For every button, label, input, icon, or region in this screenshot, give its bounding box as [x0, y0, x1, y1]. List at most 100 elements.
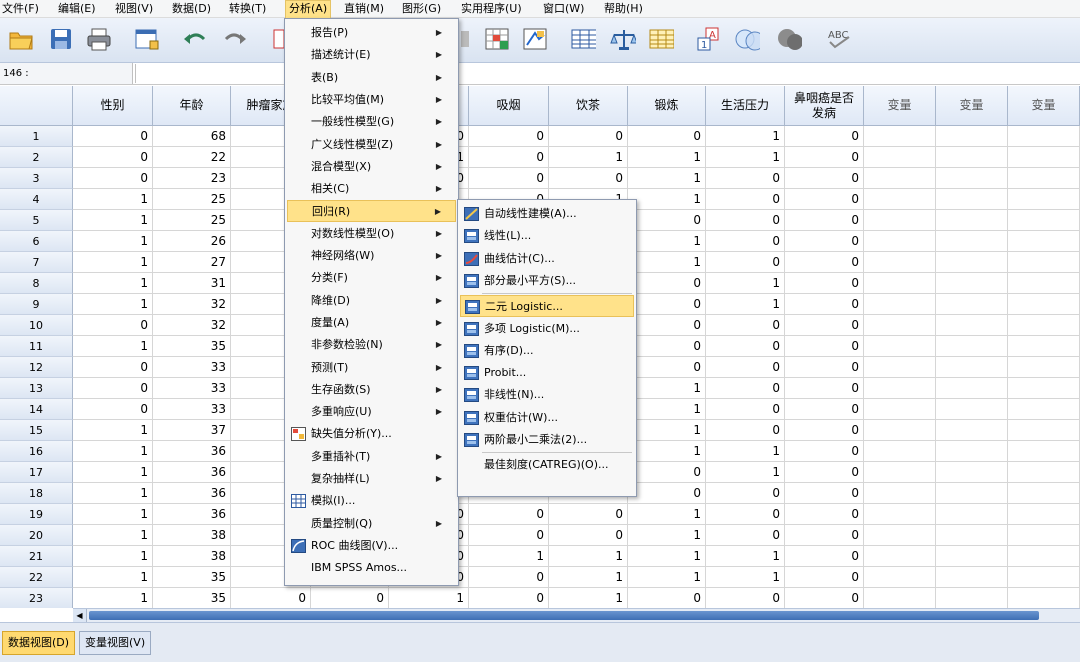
table-cell[interactable]: 0 — [785, 399, 864, 420]
menu-9[interactable]: 窗口(W) — [543, 0, 584, 18]
table-cell[interactable]: 0 — [469, 168, 549, 189]
spell-check-icon[interactable]: ABC — [826, 26, 852, 52]
row-header[interactable]: 20 — [0, 525, 73, 546]
table-cell[interactable] — [1008, 315, 1080, 336]
table-cell[interactable]: 0 — [73, 126, 153, 147]
menu-item-8-menu-item[interactable]: 回归(R) ▶ — [287, 200, 456, 223]
table-cell[interactable] — [936, 483, 1008, 504]
table-cell[interactable] — [864, 273, 936, 294]
row-header[interactable]: 19 — [0, 504, 73, 525]
table-cell[interactable]: 0 — [706, 189, 785, 210]
table-cell[interactable]: 1 — [469, 546, 549, 567]
table-cell[interactable]: 1 — [73, 420, 153, 441]
table-cell[interactable] — [864, 504, 936, 525]
table-cell[interactable] — [1008, 273, 1080, 294]
row-header[interactable]: 23 — [0, 588, 73, 608]
linear-menu-item[interactable]: 线性(L)... — [460, 225, 634, 247]
table-cell[interactable]: 0 — [706, 210, 785, 231]
multinomial-logistic-menu-item[interactable]: 多项 Logistic(M)... — [460, 318, 634, 340]
menu-item-1-menu-item[interactable]: 描述统计(E) ▶ — [287, 44, 456, 66]
row-header[interactable]: 15 — [0, 420, 73, 441]
row-header[interactable]: 3 — [0, 168, 73, 189]
table-cell[interactable]: 0 — [73, 315, 153, 336]
table-cell[interactable]: 1 — [73, 525, 153, 546]
menu-6[interactable]: 直销(M) — [344, 0, 384, 18]
table-cell[interactable] — [936, 336, 1008, 357]
row-header[interactable]: 1 — [0, 126, 73, 147]
table-cell[interactable]: 0 — [549, 168, 628, 189]
table-cell[interactable]: 0 — [73, 378, 153, 399]
table-cell[interactable] — [936, 525, 1008, 546]
table-cell[interactable]: 0 — [469, 147, 549, 168]
table-cell[interactable]: 0 — [706, 252, 785, 273]
table-cell[interactable] — [936, 588, 1008, 608]
table-cell[interactable]: 0 — [469, 567, 549, 588]
row-header[interactable]: 14 — [0, 399, 73, 420]
table-cell[interactable]: 33 — [153, 357, 231, 378]
table-cell[interactable] — [936, 189, 1008, 210]
menu-item-22-menu-item[interactable]: 质量控制(Q) ▶ — [287, 513, 456, 535]
table-cell[interactable] — [936, 273, 1008, 294]
row-header[interactable]: 9 — [0, 294, 73, 315]
table-cell[interactable]: 37 — [153, 420, 231, 441]
menu-item-6-menu-item[interactable]: 混合模型(X) ▶ — [287, 156, 456, 178]
menu-8[interactable]: 实用程序(U) — [461, 0, 522, 18]
table-cell[interactable]: 0 — [73, 399, 153, 420]
table-cell[interactable]: 1 — [706, 273, 785, 294]
menu-item-20-menu-item[interactable]: 复杂抽样(L) ▶ — [287, 468, 456, 490]
table-cell[interactable] — [864, 294, 936, 315]
table-cell[interactable]: 0 — [231, 588, 311, 608]
table-cell[interactable]: 32 — [153, 294, 231, 315]
table-cell[interactable]: 0 — [785, 420, 864, 441]
menu-item-16-menu-item[interactable]: 生存函数(S) ▶ — [287, 379, 456, 401]
table-cell[interactable]: 0 — [785, 315, 864, 336]
row-header[interactable]: 4 — [0, 189, 73, 210]
column-header[interactable]: 鼻咽癌是否发病 — [785, 86, 864, 126]
undo-icon[interactable] — [182, 26, 208, 52]
column-header[interactable]: 变量 — [936, 86, 1008, 126]
table-cell[interactable]: 0 — [628, 357, 706, 378]
table-cell[interactable] — [1008, 399, 1080, 420]
use-sets-icon[interactable] — [734, 26, 760, 52]
table-cell[interactable]: 0 — [785, 504, 864, 525]
table-cell[interactable] — [936, 252, 1008, 273]
table-cell[interactable] — [864, 462, 936, 483]
table-cell[interactable]: 1 — [628, 546, 706, 567]
curve-estimation-menu-item[interactable]: 曲线估计(C)... — [460, 248, 634, 270]
table-cell[interactable]: 1 — [628, 567, 706, 588]
table-cell[interactable]: 1 — [628, 525, 706, 546]
table-cell[interactable] — [1008, 378, 1080, 399]
table-cell[interactable]: 0 — [706, 504, 785, 525]
menu-7[interactable]: 图形(G) — [402, 0, 441, 18]
scroll-thumb[interactable] — [89, 611, 1039, 620]
menu-item-19-menu-item[interactable]: 多重插补(T) ▶ — [287, 446, 456, 468]
table-cell[interactable]: 25 — [153, 210, 231, 231]
table-cell[interactable]: 0 — [706, 315, 785, 336]
table-cell[interactable] — [1008, 420, 1080, 441]
table-cell[interactable]: 0 — [785, 357, 864, 378]
menu-item-13-menu-item[interactable]: 度量(A) ▶ — [287, 312, 456, 334]
table-cell[interactable] — [864, 126, 936, 147]
tab-data-view[interactable]: 数据视图(D) — [2, 631, 76, 655]
table-cell[interactable] — [936, 504, 1008, 525]
table-cell[interactable] — [864, 420, 936, 441]
menu-5[interactable]: 分析(A) — [285, 0, 332, 18]
table-cell[interactable]: 0 — [73, 168, 153, 189]
table-cell[interactable] — [1008, 126, 1080, 147]
table-cell[interactable]: 1 — [628, 231, 706, 252]
table-cell[interactable] — [864, 168, 936, 189]
table-cell[interactable]: 1 — [706, 147, 785, 168]
table-cell[interactable] — [936, 399, 1008, 420]
table-cell[interactable]: 35 — [153, 567, 231, 588]
print-icon[interactable] — [86, 26, 112, 52]
table-cell[interactable] — [936, 231, 1008, 252]
table-cell[interactable] — [1008, 294, 1080, 315]
table-cell[interactable] — [864, 336, 936, 357]
menu-2[interactable]: 视图(V) — [115, 0, 153, 18]
table-cell[interactable]: 0 — [706, 588, 785, 608]
table-cell[interactable]: 1 — [73, 567, 153, 588]
table-cell[interactable]: 1 — [628, 504, 706, 525]
split-file-icon[interactable] — [484, 26, 510, 52]
menu-4[interactable]: 转换(T) — [229, 0, 266, 18]
table-cell[interactable]: 1 — [73, 336, 153, 357]
